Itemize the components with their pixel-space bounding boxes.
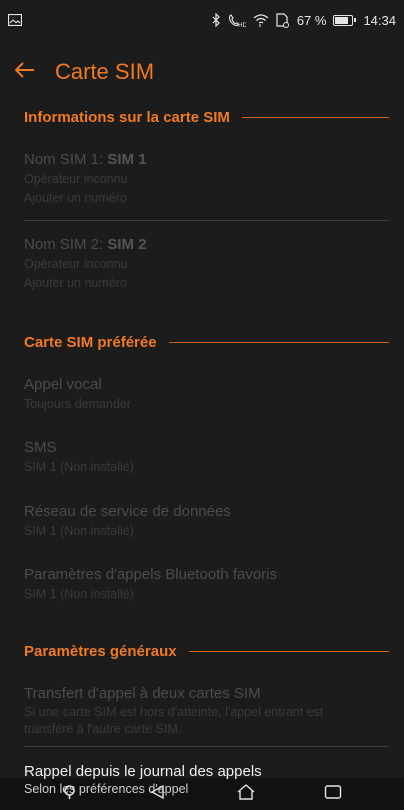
voice-call-item[interactable]: Appel vocal Toujours demander: [24, 375, 389, 414]
section-divider: [188, 650, 389, 652]
sim1-item[interactable]: Nom SIM 1: SIM 1 Opérateur inconnu Ajout…: [24, 150, 389, 208]
data-network-title: Réseau de service de données: [24, 503, 231, 520]
image-icon: [8, 14, 22, 26]
sim1-name: Nom SIM 1: SIM 1: [24, 151, 147, 168]
section-divider: [168, 341, 389, 343]
sms-item[interactable]: SMS SIM 1 (Non installé): [24, 438, 389, 477]
divider: [24, 220, 389, 221]
section-general: Paramètres généraux: [24, 640, 389, 662]
bluetooth-call-value: SIM 1 (Non installé): [24, 587, 134, 601]
divider: [24, 746, 389, 747]
bluetooth-call-item[interactable]: Paramètres d'appels Bluetooth favoris SI…: [24, 565, 389, 604]
dual-forward-item[interactable]: Transfert d'appel à deux cartes SIM Si u…: [24, 684, 389, 738]
section-divider: [241, 116, 389, 118]
dual-forward-title: Transfert d'appel à deux cartes SIM: [24, 685, 261, 702]
status-right: HD x 67 % 14:34: [212, 13, 396, 28]
sim1-add-number: Ajouter un numéro: [24, 191, 127, 205]
battery-percent: 67 %: [296, 12, 327, 28]
bluetooth-call-title: Paramètres d'appels Bluetooth favoris: [24, 566, 278, 583]
sms-title: SMS: [24, 439, 57, 456]
callback-item[interactable]: Rappel depuis le journal des appels Selo…: [24, 763, 389, 798]
status-bar: HD x 67 % 14:34: [0, 0, 404, 40]
sim1-operator: Opérateur inconnu: [24, 172, 128, 186]
data-network-item[interactable]: Réseau de service de données SIM 1 (Non …: [24, 502, 389, 541]
arrow-left-icon: [14, 61, 35, 83]
sms-value: SIM 1 (Non installé): [24, 460, 134, 474]
section-title: Informations sur la carte SIM: [24, 108, 230, 126]
sim-icon: [276, 12, 290, 28]
section-preferred-sim: Carte SIM préférée: [24, 331, 389, 353]
sim2-operator: Opérateur inconnu: [24, 257, 128, 271]
voice-call-value: Toujours demander: [24, 397, 132, 411]
voice-call-title: Appel vocal: [24, 376, 102, 393]
wifi-icon: x: [253, 13, 269, 27]
status-left: [8, 14, 22, 26]
svg-text:x: x: [258, 23, 261, 27]
page-title: Carte SIM: [55, 59, 155, 84]
dual-forward-desc-line2: transféré à l'autre carte SIM.: [24, 722, 182, 736]
app-bar: Carte SIM: [0, 50, 404, 94]
sim2-item[interactable]: Nom SIM 2: SIM 2 Opérateur inconnu Ajout…: [24, 235, 389, 293]
battery-icon: [333, 14, 357, 26]
section-title: Paramètres généraux: [24, 642, 177, 660]
callback-title: Rappel depuis le journal des appels: [24, 763, 262, 780]
section-sim-info: Informations sur la carte SIM: [24, 106, 389, 128]
hd-call-icon: HD: [228, 13, 246, 28]
sim2-name: Nom SIM 2: SIM 2: [24, 236, 147, 253]
callback-desc: Selon les préférences d'appel: [24, 782, 189, 796]
bluetooth-icon: [212, 13, 221, 27]
dual-forward-desc-line1: Si une carte SIM est hors d'atteinte, l'…: [24, 705, 324, 719]
clock: 14:34: [363, 12, 396, 28]
sim2-add-number: Ajouter un numéro: [24, 276, 127, 290]
data-network-value: SIM 1 (Non installé): [24, 524, 134, 538]
section-title: Carte SIM préférée: [24, 333, 157, 351]
svg-text:HD: HD: [238, 22, 246, 28]
back-button[interactable]: [0, 50, 50, 94]
